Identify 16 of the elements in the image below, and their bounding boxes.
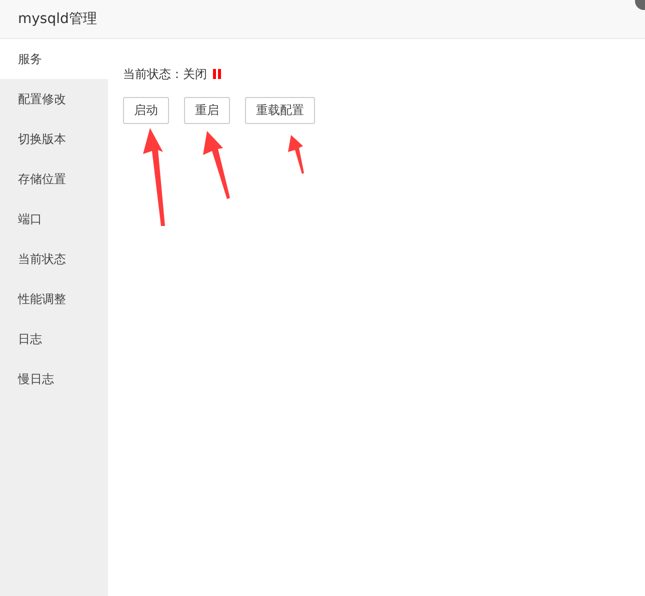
sidebar-item[interactable]: 慢日志 [0,359,108,399]
status-text: 当前状态：关闭 [123,66,207,82]
action-button[interactable]: 重载配置 [245,97,315,124]
annotation-arrow [288,135,304,174]
sidebar-item[interactable]: 端口 [0,199,108,239]
action-button[interactable]: 启动 [123,97,169,124]
action-button[interactable]: 重启 [184,97,230,124]
sidebar-item[interactable]: 切换版本 [0,119,108,159]
sidebar-item[interactable]: 性能调整 [0,279,108,319]
window-title: mysqld管理 [18,10,97,28]
sidebar-item[interactable]: 日志 [0,319,108,359]
sidebar-item[interactable]: 配置修改 [0,79,108,119]
annotation-arrow [203,131,230,199]
sidebar-item[interactable]: 存储位置 [0,159,108,199]
sidebar-item[interactable]: 当前状态 [0,239,108,279]
sidebar-item[interactable]: 服务 [0,39,108,79]
